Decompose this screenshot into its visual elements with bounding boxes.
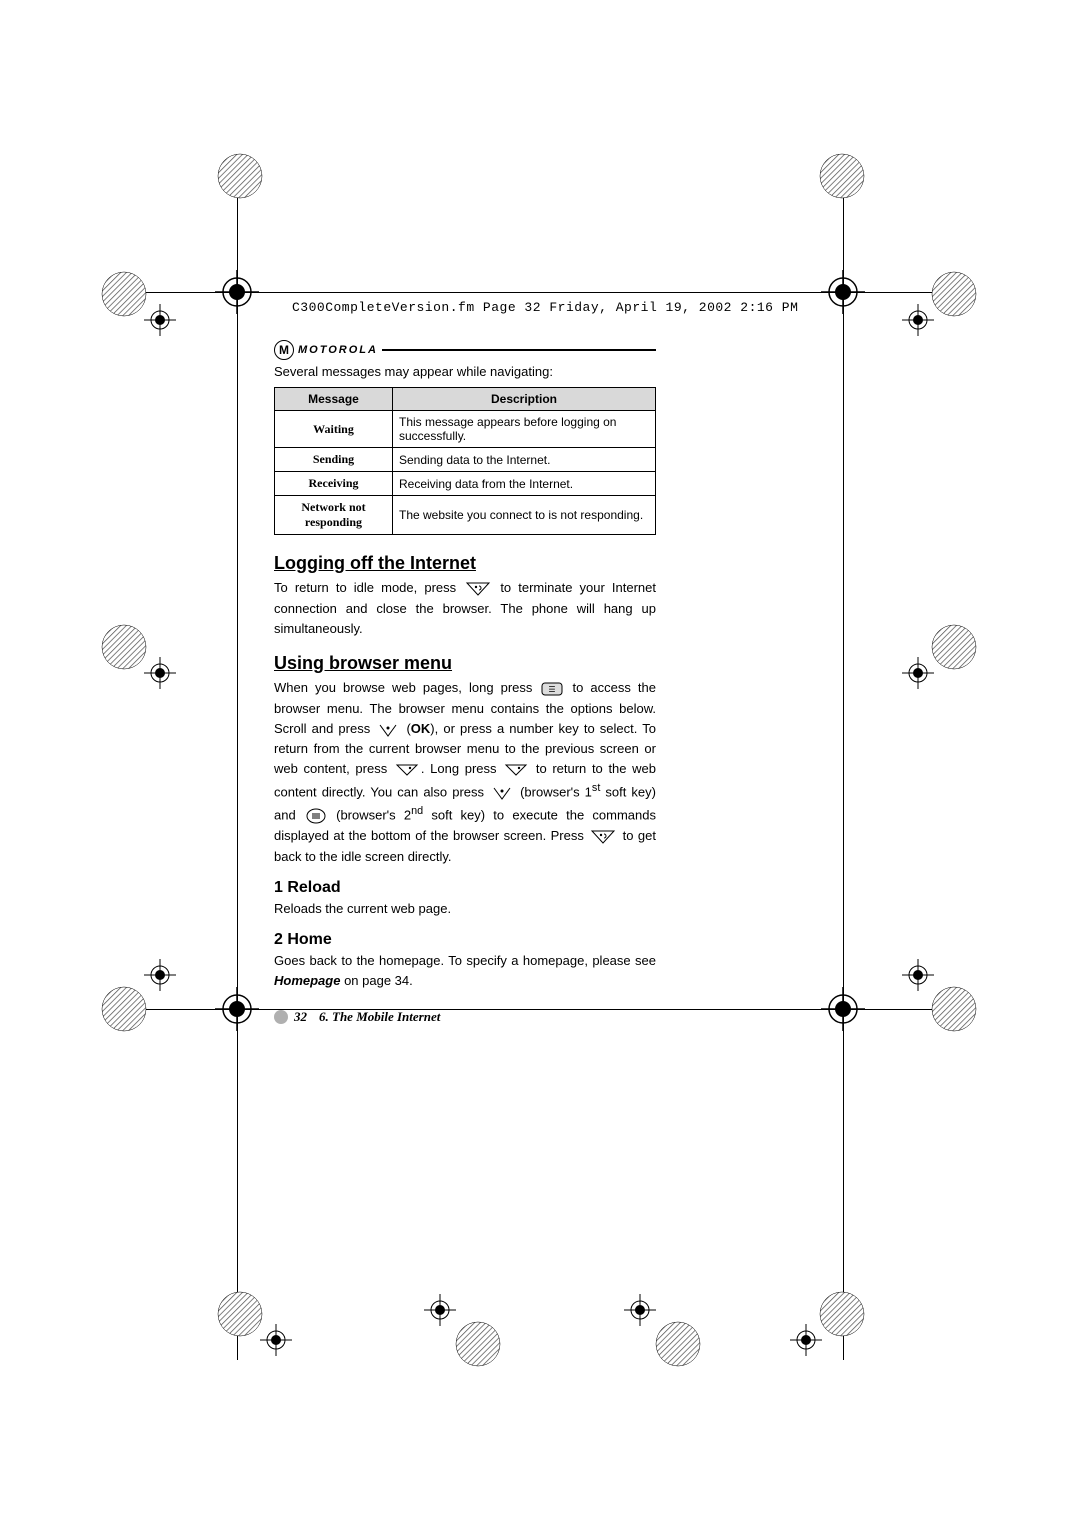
msg-label: Receiving [275,472,393,496]
registration-mark-icon [816,982,888,1054]
brand-name: MOTOROLA [298,344,378,356]
table-header-message: Message [275,388,393,411]
msg-desc: The website you connect to is not respon… [393,496,656,535]
registration-mark-icon [816,265,888,337]
back-key-icon [504,760,528,780]
msg-desc: Sending data to the Internet. [393,448,656,472]
registration-mark-small-icon [256,1320,296,1360]
brand-header: M MOTOROLA [274,340,656,360]
superscript: nd [411,805,423,817]
subheading-reload: 1 Reload [274,879,656,897]
halftone-disc-icon [216,152,264,205]
chapter-title: 6. The Mobile Internet [319,1009,440,1025]
heading-browser-menu: Using browser menu [274,653,656,674]
text: Goes back to the homepage. To specify a … [274,953,656,968]
halftone-disc-icon [454,1320,502,1373]
browser-paragraph: When you browse web pages, long press ☰ … [274,678,656,867]
intro-text: Several messages may appear while naviga… [274,364,656,379]
ok-label: OK [411,721,431,736]
subheading-home: 2 Home [274,931,656,949]
home-body: Goes back to the homepage. To specify a … [274,951,656,991]
msg-desc: Receiving data from the Internet. [393,472,656,496]
crop-rule-right [843,168,844,1360]
motorola-logo-icon: M [274,340,294,360]
table-row: Sending Sending data to the Internet. [275,448,656,472]
registration-mark-icon [210,265,282,337]
heading-logging-off: Logging off the Internet [274,553,656,574]
registration-mark-small-icon [786,1320,826,1360]
msg-desc: This message appears before logging on s… [393,411,656,448]
logoff-paragraph: To return to idle mode, press to termina… [274,578,656,639]
halftone-disc-icon [654,1320,702,1373]
ok-key-icon [377,719,399,739]
back-key-icon [395,760,419,780]
page-number: 32 [294,1009,307,1025]
svg-text:☰: ☰ [549,685,556,694]
text: (browser's 2 [328,807,411,822]
msg-label: Network not responding [275,496,393,535]
halftone-disc-icon [818,152,866,205]
brand-rule [382,349,656,351]
text: on page 34. [340,973,412,988]
reload-body: Reloads the current web page. [274,899,656,919]
msg-label: Sending [275,448,393,472]
page-footer: 32 6. The Mobile Internet [274,1009,656,1025]
registration-mark-small-icon [898,955,938,995]
messages-table: Message Description Waiting This message… [274,387,656,535]
registration-mark-small-icon [140,300,180,340]
crop-rule-left [237,168,238,1360]
registration-mark-small-icon [898,653,938,693]
text: When you browse web pages, long press [274,680,539,695]
file-header: C300CompleteVersion.fm Page 32 Friday, A… [292,300,798,315]
end-key-icon [590,826,616,846]
page: C300CompleteVersion.fm Page 32 Friday, A… [0,0,1080,1528]
text: To return to idle mode, press [274,580,463,595]
page-content: M MOTOROLA Several messages may appear w… [274,340,656,1025]
key-button-icon: ☰ [541,678,563,698]
text: (browser's 1 [515,784,592,799]
registration-mark-small-icon [140,955,180,995]
homepage-link: Homepage [274,973,340,988]
table-row: Waiting This message appears before logg… [275,411,656,448]
registration-mark-small-icon [140,653,180,693]
registration-mark-small-icon [898,300,938,340]
msg-label: Waiting [275,411,393,448]
registration-mark-icon [210,982,282,1054]
end-key-icon [465,578,491,598]
menu-key-icon [306,806,326,826]
ok-key-icon [491,783,513,803]
footer-disc-icon [274,1010,288,1024]
text: . Long press [421,761,502,776]
table-header-description: Description [393,388,656,411]
table-row: Receiving Receiving data from the Intern… [275,472,656,496]
table-row: Network not responding The website you c… [275,496,656,535]
